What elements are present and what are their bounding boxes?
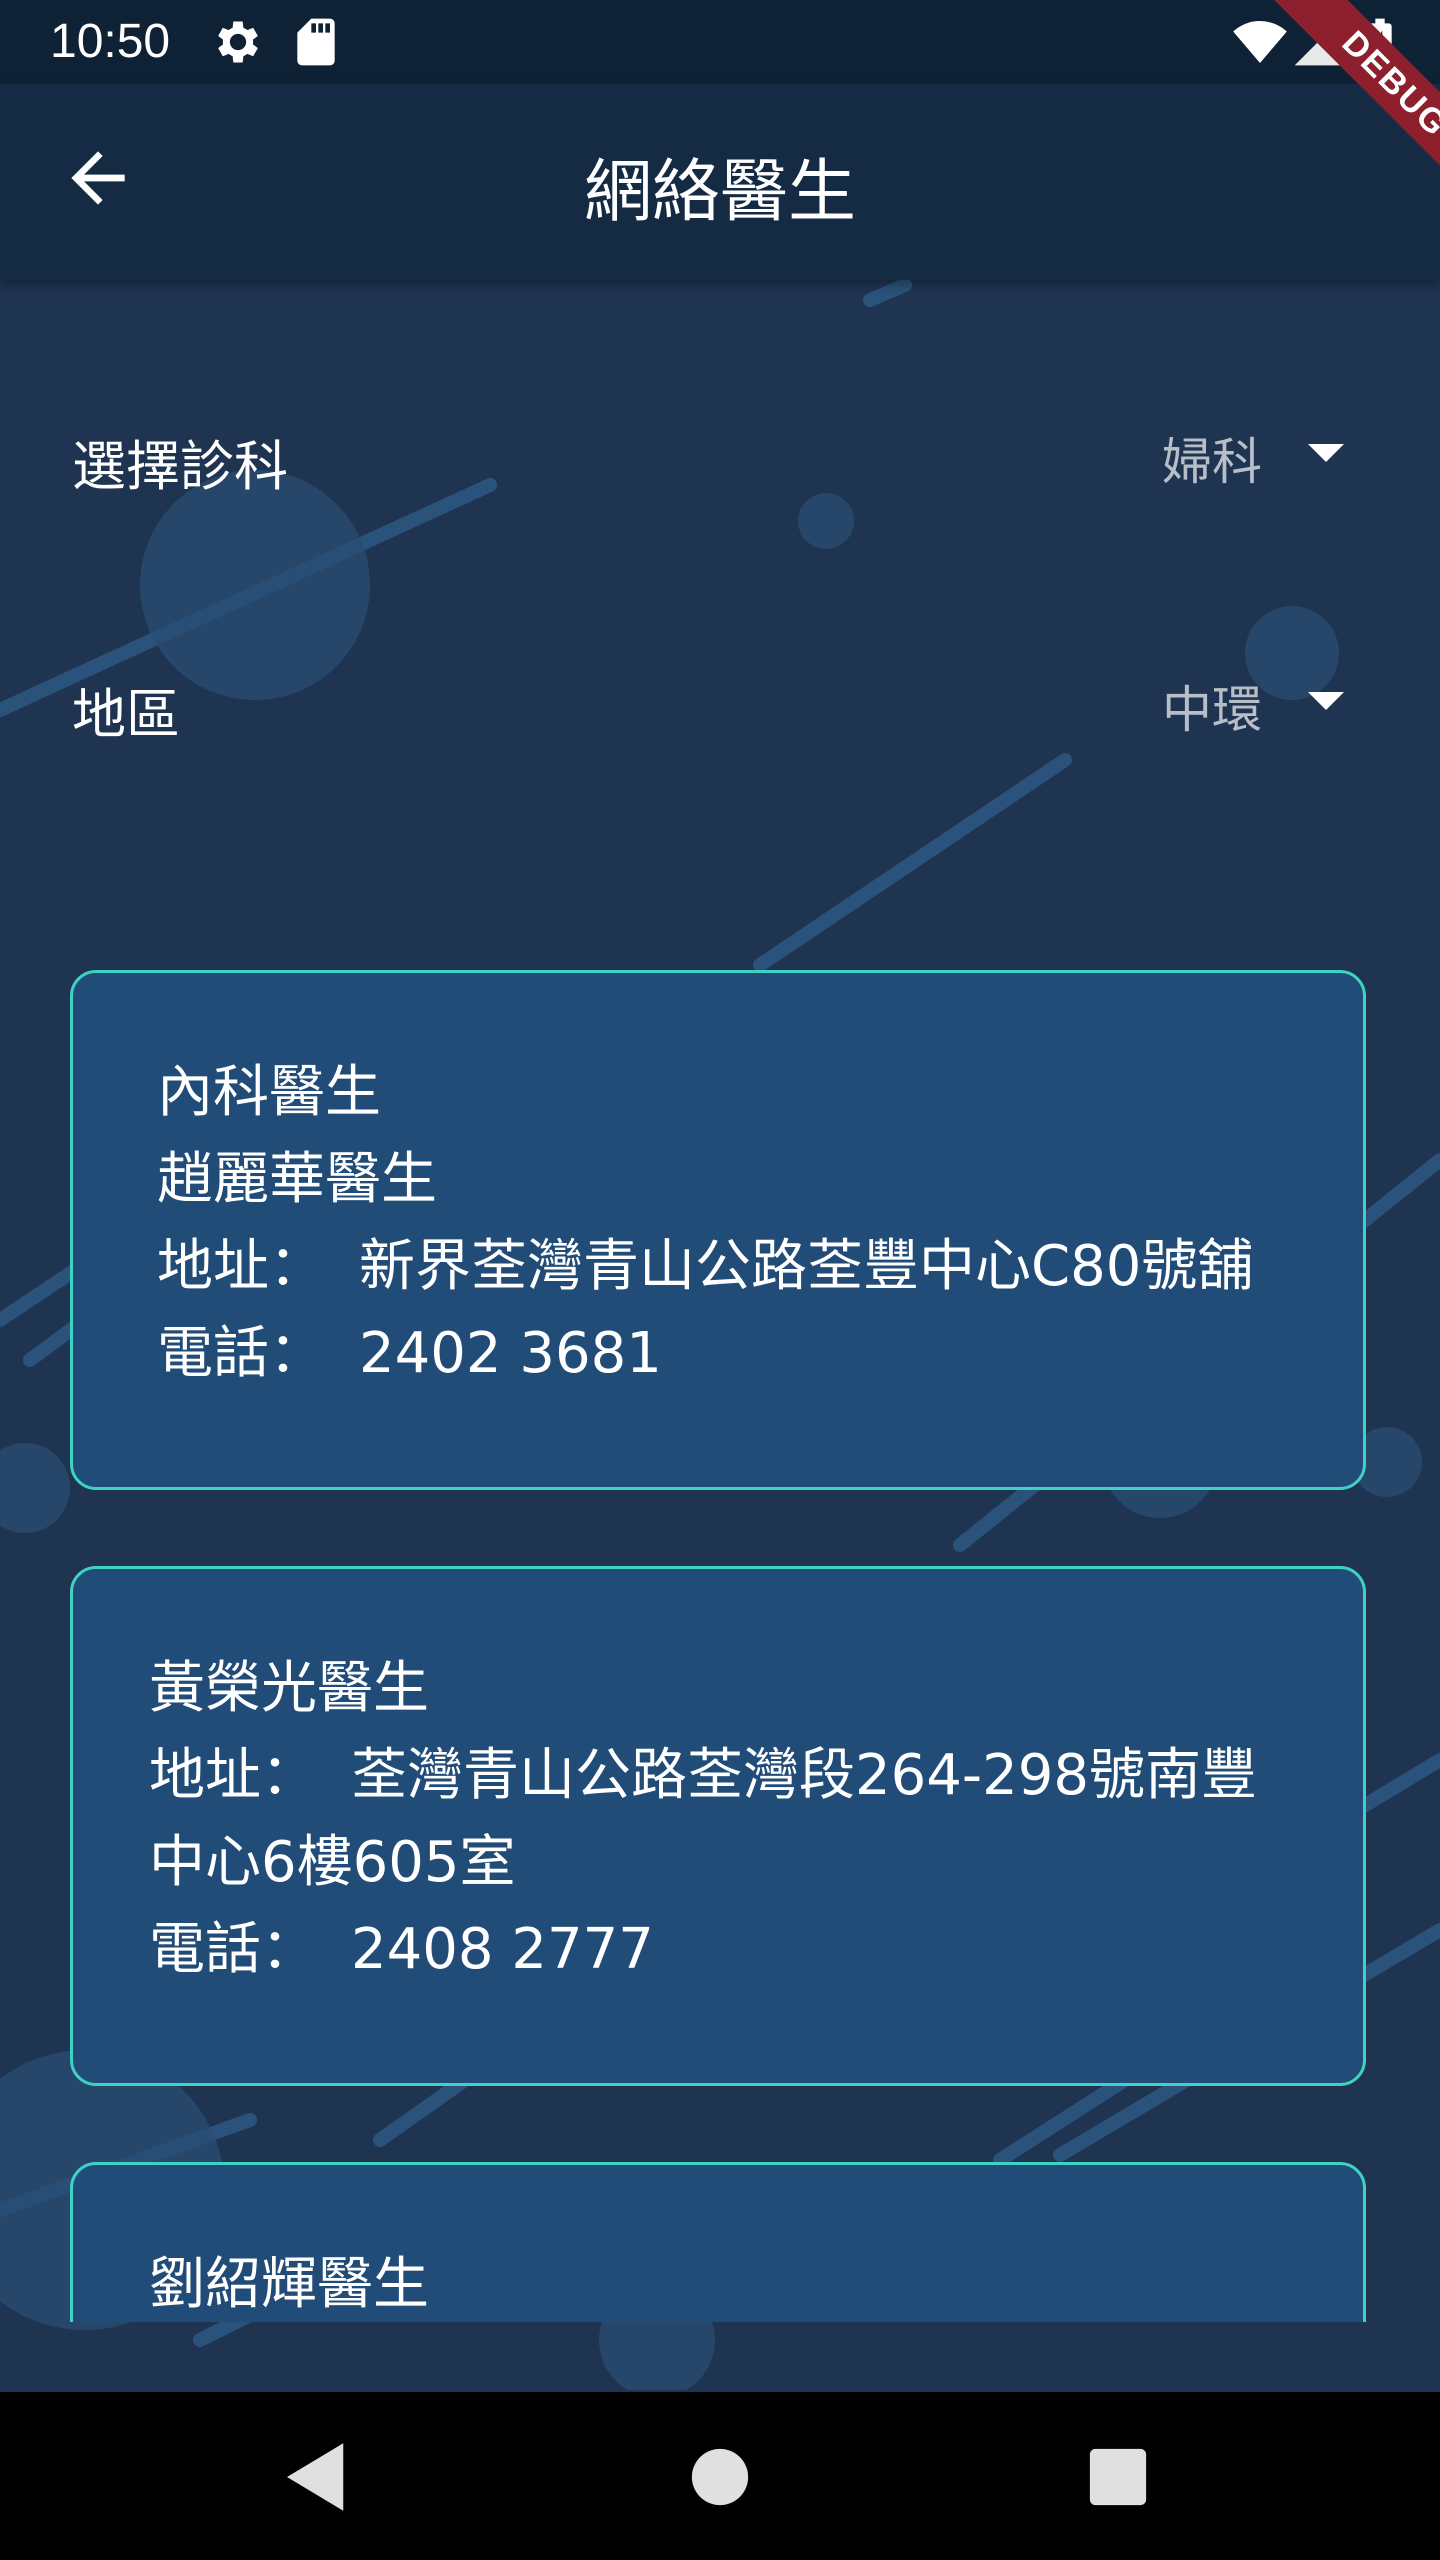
specialty-filter[interactable]: 選擇診科 婦科 (0, 392, 1440, 512)
doctor-card[interactable]: 劉紹輝醫生 (70, 2162, 1366, 2322)
district-filter[interactable]: 地區 中環 (0, 640, 1440, 760)
app-bar: 網絡醫生 (0, 84, 1440, 280)
address-label: 地址： (149, 1743, 317, 1808)
doctor-address-continued: 中心6樓605室 (149, 1830, 516, 1895)
doctor-phone[interactable]: 電話： 2402 3681 (157, 1310, 1253, 1397)
sd-card-icon (297, 18, 335, 66)
page-title: 網絡醫生 (583, 153, 856, 232)
home-circle-icon[interactable] (675, 2432, 765, 2522)
doctor-card-content: 劉紹輝醫生 (149, 2241, 429, 2322)
address-value: 新界荃灣青山公路荃豐中心C80號舖 (359, 1234, 1254, 1299)
screen: 10:50 網絡醫生 DEBUG 選擇診科 婦科 地區 中環 內科醫生 趙麗華醫… (0, 0, 1440, 2560)
phone-value[interactable]: 2408 2777 (351, 1917, 654, 1982)
chevron-down-icon[interactable] (1308, 692, 1344, 710)
specialty-filter-label: 選擇診科 (72, 435, 288, 498)
doctor-card[interactable]: 黃榮光醫生 地址： 荃灣青山公路荃灣段264-298號南豐 中心6樓605室 電話… (70, 1566, 1366, 2086)
doctor-phone[interactable]: 電話： 2408 2777 (149, 1906, 1257, 1993)
district-filter-label: 地區 (72, 683, 180, 746)
doctor-name: 黃榮光醫生 (149, 1656, 429, 1721)
status-time: 10:50 (50, 15, 171, 68)
gear-icon (218, 21, 258, 63)
doctor-card[interactable]: 內科醫生 趙麗華醫生 地址： 新界荃灣青山公路荃豐中心C80號舖 電話： 2402 … (70, 970, 1366, 1490)
doctor-name: 劉紹輝醫生 (149, 2252, 429, 2317)
chevron-down-icon[interactable] (1308, 444, 1344, 462)
address-value: 荃灣青山公路荃灣段264-298號南豐 (351, 1743, 1257, 1808)
doctor-specialty: 內科醫生 (157, 1060, 381, 1125)
address-label: 地址： (157, 1234, 325, 1299)
doctor-card-content: 黃榮光醫生 地址： 荃灣青山公路荃灣段264-298號南豐 中心6樓605室 電話… (149, 1645, 1257, 1993)
district-dropdown-value[interactable]: 中環 (1162, 670, 1262, 742)
doctor-name: 趙麗華醫生 (157, 1147, 437, 1212)
navigation-bar (0, 2392, 1440, 2560)
doctor-address: 地址： 新界荃灣青山公路荃豐中心C80號舖 (157, 1223, 1253, 1310)
wifi-icon (1233, 21, 1287, 63)
status-bar: 10:50 (0, 0, 1440, 84)
doctor-list[interactable]: 內科醫生 趙麗華醫生 地址： 新界荃灣青山公路荃豐中心C80號舖 電話： 2402 … (0, 960, 1440, 2322)
back-triangle-icon[interactable] (272, 2432, 362, 2522)
specialty-dropdown-value[interactable]: 婦科 (1162, 422, 1262, 494)
doctor-card-content: 內科醫生 趙麗華醫生 地址： 新界荃灣青山公路荃豐中心C80號舖 電話： 2402 … (157, 1049, 1253, 1397)
phone-label: 電話： (157, 1321, 325, 1386)
recents-square-icon[interactable] (1073, 2432, 1163, 2522)
phone-label: 電話： (149, 1917, 317, 1982)
doctor-address: 地址： 荃灣青山公路荃灣段264-298號南豐 (149, 1732, 1257, 1819)
phone-value[interactable]: 2402 3681 (359, 1321, 662, 1386)
